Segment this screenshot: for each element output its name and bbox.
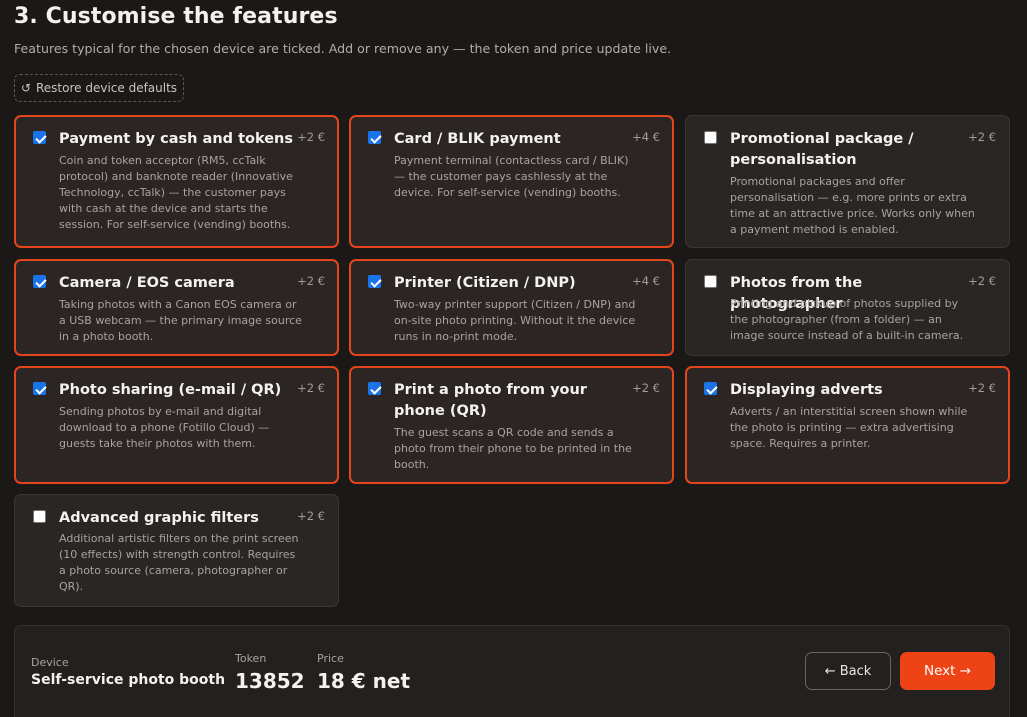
feature-price: +2 € — [297, 274, 325, 288]
feature-title: Payment by cash and tokens — [59, 131, 294, 147]
feature-price: +2 € — [297, 509, 325, 523]
feature-description: Two-way printer support (Citizen / DNP) … — [394, 298, 636, 343]
feature-price: +2 € — [297, 381, 325, 395]
feature-checkbox[interactable] — [704, 382, 717, 395]
feature-price: +4 € — [632, 130, 660, 144]
feature-description: Payment terminal (contactless card / BLI… — [394, 154, 629, 199]
feature-description: Additional artistic filters on the print… — [59, 532, 299, 593]
feature-card-graphic-filters[interactable]: Advanced graphic filters +2 € Additional… — [14, 494, 339, 607]
feature-checkbox[interactable] — [704, 131, 717, 144]
feature-price: +2 € — [297, 130, 325, 144]
price-label: Price — [317, 652, 344, 665]
feature-card-printer[interactable]: Printer (Citizen / DNP) +4 € Two-way pri… — [349, 259, 674, 356]
feature-price: +2 € — [968, 130, 996, 144]
feature-card-payment-cash[interactable]: Payment by cash and tokens +2 € Coin and… — [14, 115, 339, 248]
page-title: 3. Customise the features — [14, 4, 338, 29]
feature-description: Promotional packages and offer personali… — [730, 175, 975, 236]
feature-card-phone-print[interactable]: Print a photo from your phone (QR) +2 € … — [349, 366, 674, 484]
feature-checkbox[interactable] — [33, 510, 46, 523]
token-label: Token — [235, 652, 267, 665]
feature-title: Print a photo from your phone (QR) — [394, 382, 587, 419]
next-button[interactable]: Next → — [900, 652, 995, 690]
restore-defaults-button[interactable]: ↺ Restore device defaults — [14, 74, 184, 102]
feature-checkbox[interactable] — [704, 275, 717, 288]
feature-card-promotional-package[interactable]: Promotional package / personalisation +2… — [685, 115, 1010, 248]
feature-description: Taking photos with a Canon EOS camera or… — [59, 298, 302, 343]
feature-description: Printing and pickup of photos supplied b… — [730, 297, 964, 342]
summary-bar: Device Self-service photo booth Token 13… — [14, 625, 1010, 717]
feature-description: The guest scans a QR code and sends a ph… — [394, 426, 632, 471]
feature-card-adverts[interactable]: Displaying adverts +2 € Adverts / an int… — [685, 366, 1010, 484]
feature-price: +2 € — [968, 274, 996, 288]
reset-icon: ↺ — [20, 81, 31, 95]
feature-card-camera[interactable]: Camera / EOS camera +2 € Taking photos w… — [14, 259, 339, 356]
feature-card-photographer-photos[interactable]: Photos from the photographer +2 € Printi… — [685, 259, 1010, 356]
token-value: 13852 — [235, 669, 305, 693]
feature-title: Printer (Citizen / DNP) — [394, 275, 576, 291]
feature-checkbox[interactable] — [368, 382, 381, 395]
feature-description: Adverts / an interstitial screen shown w… — [730, 405, 968, 450]
feature-card-card-payment[interactable]: Card / BLIK payment +4 € Payment termina… — [349, 115, 674, 248]
feature-title: Promotional package / personalisation — [730, 131, 914, 168]
device-value: Self-service photo booth — [31, 672, 226, 688]
page-subtitle: Features typical for the chosen device a… — [14, 41, 672, 56]
restore-defaults-label: Restore device defaults — [36, 81, 178, 95]
feature-checkbox[interactable] — [368, 131, 381, 144]
feature-title: Photo sharing (e-mail / QR) — [59, 382, 282, 398]
feature-checkbox[interactable] — [33, 131, 46, 144]
feature-price: +4 € — [632, 274, 660, 288]
feature-title: Camera / EOS camera — [59, 275, 235, 291]
feature-description: Sending photos by e-mail and digital dow… — [59, 405, 270, 450]
feature-checkbox[interactable] — [33, 382, 46, 395]
feature-title: Card / BLIK payment — [394, 131, 561, 147]
feature-card-photo-sharing[interactable]: Photo sharing (e-mail / QR) +2 € Sending… — [14, 366, 339, 484]
back-button[interactable]: ← Back — [805, 652, 891, 690]
feature-checkbox[interactable] — [33, 275, 46, 288]
feature-title: Displaying adverts — [730, 382, 883, 398]
customise-features-page: 3. Customise the features Features typic… — [0, 0, 1027, 717]
device-label: Device — [31, 656, 69, 669]
feature-title: Advanced graphic filters — [59, 510, 259, 526]
feature-checkbox[interactable] — [368, 275, 381, 288]
price-value: 18 € net — [317, 669, 411, 693]
feature-price: +2 € — [968, 381, 996, 395]
feature-description: Coin and token acceptor (RM5, ccTalk pro… — [59, 154, 293, 231]
feature-price: +2 € — [632, 381, 660, 395]
